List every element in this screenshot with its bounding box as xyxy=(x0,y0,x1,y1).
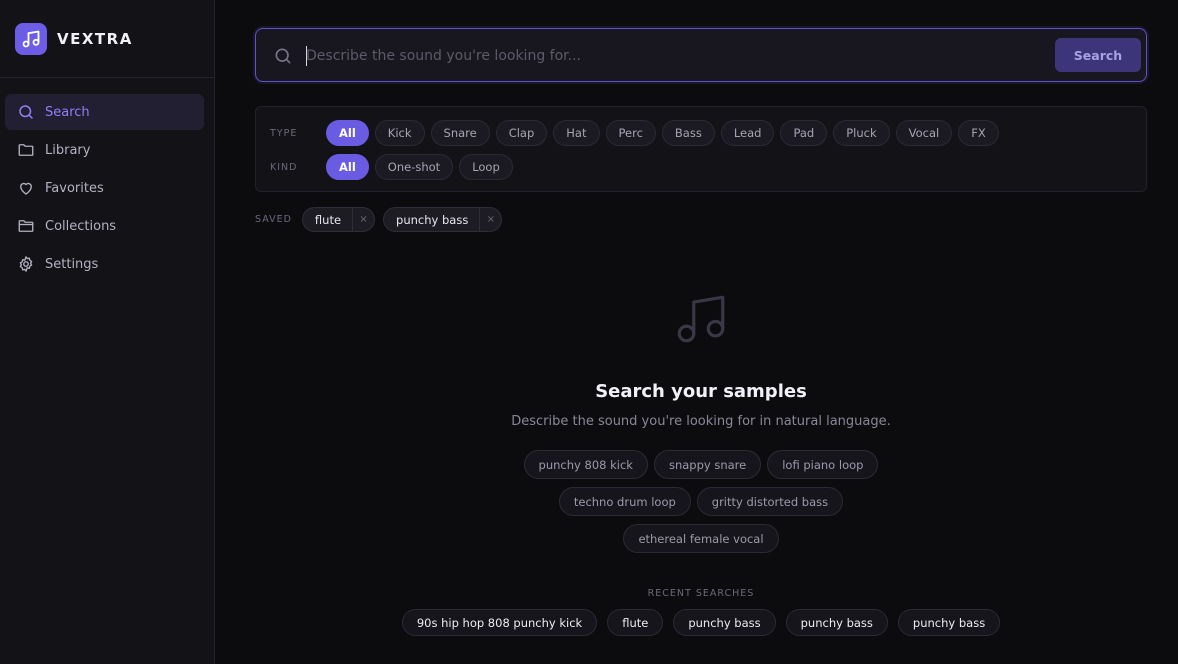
sidebar-item-favorites[interactable]: Favorites xyxy=(5,170,204,206)
kind-chip-one-shot[interactable]: One-shot xyxy=(374,154,454,180)
text-caret xyxy=(306,46,307,66)
sidebar-item-library[interactable]: Library xyxy=(5,132,204,168)
brand: VEXTRA xyxy=(0,0,214,78)
empty-state: Search your samples Describe the sound y… xyxy=(215,290,1178,636)
search-input[interactable] xyxy=(306,41,1046,71)
close-icon[interactable]: × xyxy=(352,208,374,231)
type-chip-kick[interactable]: Kick xyxy=(374,120,425,146)
type-chip-pad[interactable]: Pad xyxy=(780,120,828,146)
sidebar-item-label: Search xyxy=(45,104,90,120)
recent-search-chip[interactable]: punchy bass xyxy=(785,609,888,636)
recent-searches-label: RECENT SEARCHES xyxy=(647,588,755,599)
heart-icon xyxy=(16,178,36,198)
kind-chip-all[interactable]: All xyxy=(326,154,369,180)
search-bar: Search xyxy=(255,28,1147,82)
suggestion-chip[interactable]: ethereal female vocal xyxy=(623,524,779,553)
close-icon[interactable]: × xyxy=(479,208,501,231)
recent-search-chip[interactable]: flute xyxy=(607,609,664,636)
empty-state-subtitle: Describe the sound you're looking for in… xyxy=(511,414,891,429)
type-chip-lead[interactable]: Lead xyxy=(720,120,775,146)
recent-search-chip[interactable]: punchy bass xyxy=(897,609,1001,636)
filter-panel: TYPE All Kick Snare Clap Hat Perc Bass L… xyxy=(255,106,1147,192)
saved-chip-label: flute xyxy=(314,212,342,227)
type-filter-row: TYPE All Kick Snare Clap Hat Perc Bass L… xyxy=(270,120,1005,146)
main-content: Search TYPE All Kick Snare Clap Hat Perc… xyxy=(215,0,1178,664)
folder-open-icon xyxy=(16,216,36,236)
sidebar-nav: Search Library Favorites Collections Set… xyxy=(0,78,214,282)
suggestion-chip[interactable]: gritty distorted bass xyxy=(696,487,844,516)
suggestion-chip[interactable]: techno drum loop xyxy=(558,487,691,516)
suggestion-list: punchy 808 kick snappy snare lofi piano … xyxy=(515,450,887,561)
gear-icon xyxy=(16,254,36,274)
saved-searches: SAVED flute × punchy bass × xyxy=(255,207,510,232)
type-chip-pluck[interactable]: Pluck xyxy=(833,120,890,146)
folder-icon xyxy=(16,140,36,160)
sidebar-item-collections[interactable]: Collections xyxy=(5,208,204,244)
sidebar-item-label: Settings xyxy=(45,256,99,272)
suggestion-chip[interactable]: snappy snare xyxy=(653,450,762,479)
type-chip-bass[interactable]: Bass xyxy=(661,120,715,146)
type-chip-clap[interactable]: Clap xyxy=(495,120,548,146)
saved-chip-label: punchy bass xyxy=(396,212,469,227)
type-chip-fx[interactable]: FX xyxy=(958,120,999,146)
music-note-icon xyxy=(15,22,47,55)
type-chip-snare[interactable]: Snare xyxy=(430,120,490,146)
type-chip-perc[interactable]: Perc xyxy=(605,120,656,146)
type-chip-all[interactable]: All xyxy=(326,120,369,146)
kind-filter-label: KIND xyxy=(270,161,298,173)
type-filter-label: TYPE xyxy=(270,127,298,139)
sidebar-item-settings[interactable]: Settings xyxy=(5,246,204,282)
saved-label: SAVED xyxy=(255,214,292,225)
empty-state-title: Search your samples xyxy=(595,381,807,402)
brand-name: VEXTRA xyxy=(57,29,133,48)
type-chip-vocal[interactable]: Vocal xyxy=(895,120,953,146)
search-icon xyxy=(273,46,293,70)
type-chip-hat[interactable]: Hat xyxy=(553,120,600,146)
kind-chip-loop[interactable]: Loop xyxy=(459,154,513,180)
search-button[interactable]: Search xyxy=(1055,38,1141,72)
kind-filter-row: KIND All One-shot Loop xyxy=(270,154,519,180)
music-notes-icon xyxy=(677,295,725,343)
recent-search-chip[interactable]: 90s hip hop 808 punchy kick xyxy=(401,609,598,636)
sidebar-item-label: Favorites xyxy=(45,180,104,196)
recent-search-chip[interactable]: punchy bass xyxy=(673,609,776,636)
sidebar: VEXTRA Search Library Favorites Collecti… xyxy=(0,0,215,664)
suggestion-chip[interactable]: punchy 808 kick xyxy=(523,450,648,479)
saved-chip[interactable]: flute × xyxy=(301,207,376,232)
sidebar-item-label: Collections xyxy=(45,218,117,234)
sidebar-item-label: Library xyxy=(45,142,91,158)
search-icon xyxy=(16,102,36,122)
suggestion-chip[interactable]: lofi piano loop xyxy=(767,450,879,479)
saved-chip[interactable]: punchy bass × xyxy=(383,207,503,232)
sidebar-item-search[interactable]: Search xyxy=(5,94,204,130)
recent-searches-list: 90s hip hop 808 punchy kick flute punchy… xyxy=(215,609,1178,636)
